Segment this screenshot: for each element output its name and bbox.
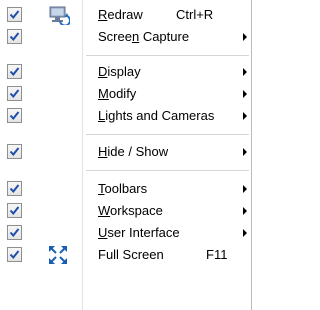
checkbox[interactable] bbox=[7, 247, 22, 262]
checkbox[interactable] bbox=[7, 86, 22, 101]
checkbox[interactable] bbox=[7, 144, 22, 159]
menu-item-label: Display bbox=[98, 64, 141, 79]
submenu-arrow-icon bbox=[243, 90, 247, 98]
menu-separator bbox=[86, 134, 249, 135]
menu-item-hide-show[interactable]: Hide / Show bbox=[0, 141, 251, 163]
checkbox[interactable] bbox=[7, 225, 22, 240]
menu-separator bbox=[86, 170, 249, 171]
shortcut-label: Ctrl+R bbox=[176, 7, 214, 22]
submenu-arrow-icon bbox=[243, 185, 247, 193]
menu-item-label: Full Screen bbox=[98, 247, 164, 262]
menu-item-user-interface[interactable]: User Interface bbox=[0, 222, 251, 244]
submenu-arrow-icon bbox=[243, 207, 247, 215]
menu-item-label: Hide / Show bbox=[98, 144, 169, 159]
submenu-arrow-icon bbox=[243, 112, 247, 120]
submenu-arrow-icon bbox=[243, 148, 247, 156]
menu-item-full-screen[interactable]: Full Screen F11 bbox=[0, 244, 251, 266]
menu-item-toolbars[interactable]: Toolbars bbox=[0, 178, 251, 200]
menu-item-screen-capture[interactable]: Screen Capture bbox=[0, 26, 251, 48]
menu-item-label: Toolbars bbox=[98, 181, 148, 196]
menu-item-label: Workspace bbox=[98, 203, 163, 218]
menu-item-display[interactable]: Display bbox=[0, 61, 251, 83]
menu-item-label: Screen Capture bbox=[98, 29, 190, 44]
menu-item-lights-and-cameras[interactable]: Lights and Cameras bbox=[0, 105, 251, 127]
checkbox[interactable] bbox=[7, 108, 22, 123]
submenu-arrow-icon bbox=[243, 33, 247, 41]
checkbox[interactable] bbox=[7, 29, 22, 44]
menu-item-label: Lights and Cameras bbox=[98, 108, 215, 123]
menu-item-label: User Interface bbox=[98, 225, 180, 240]
checkbox[interactable] bbox=[7, 181, 22, 196]
menu-item-redraw[interactable]: Redraw Ctrl+R bbox=[0, 4, 251, 27]
menu-item-modify[interactable]: Modify bbox=[0, 83, 251, 105]
menu-item-label: Modify bbox=[98, 86, 137, 101]
full-screen-icon bbox=[48, 245, 68, 265]
checkbox[interactable] bbox=[7, 203, 22, 218]
menu-separator bbox=[86, 55, 249, 56]
menu-item-label: Redraw bbox=[98, 7, 143, 22]
submenu-arrow-icon bbox=[243, 68, 247, 76]
redraw-icon bbox=[48, 5, 71, 27]
submenu-arrow-icon bbox=[243, 229, 247, 237]
checkbox[interactable] bbox=[7, 7, 22, 22]
shortcut-label: F11 bbox=[206, 247, 228, 262]
context-menu: Redraw Ctrl+R Screen Capture Display Mod… bbox=[0, 0, 252, 310]
checkbox[interactable] bbox=[7, 64, 22, 79]
menu-item-workspace[interactable]: Workspace bbox=[0, 200, 251, 222]
